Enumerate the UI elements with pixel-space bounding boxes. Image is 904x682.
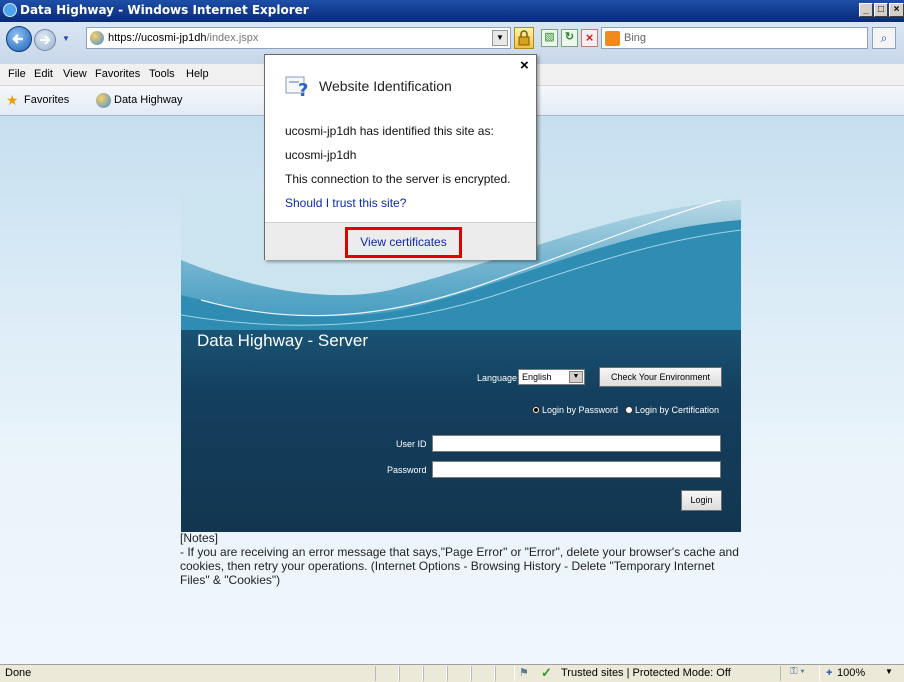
back-arrow-icon bbox=[12, 34, 23, 44]
popup-close-button[interactable]: × bbox=[520, 57, 529, 74]
recent-pages-dropdown-icon[interactable]: ▼ bbox=[62, 34, 70, 43]
website-identification-popup: × ? Website Identification ucosmi-jp1dh … bbox=[264, 54, 537, 260]
view-certificates-button[interactable]: View certificates bbox=[345, 227, 462, 258]
favorites-button[interactable]: Favorites bbox=[24, 94, 69, 106]
notes-section: [Notes] - If you are receiving an error … bbox=[180, 531, 740, 587]
status-segment bbox=[447, 666, 471, 681]
site-favicon-icon bbox=[90, 31, 104, 45]
notes-heading: [Notes] bbox=[180, 531, 219, 545]
radio-selected-dot bbox=[534, 408, 538, 412]
refresh-icon[interactable]: ↻ bbox=[561, 29, 578, 47]
menu-file[interactable]: File bbox=[8, 68, 26, 80]
search-placeholder: Bing bbox=[624, 32, 647, 44]
search-button[interactable]: ⌕ bbox=[872, 27, 896, 49]
notes-body: - If you are receiving an error message … bbox=[180, 545, 739, 587]
url-path: /index.jspx bbox=[206, 32, 259, 44]
menu-help[interactable]: Help bbox=[186, 68, 209, 80]
popup-line-encrypted: This connection to the server is encrypt… bbox=[285, 172, 511, 186]
check-environment-button[interactable]: Check Your Environment bbox=[599, 367, 722, 387]
popup-line-identified: ucosmi-jp1dh has identified this site as… bbox=[285, 124, 494, 138]
window-title: Data Highway - Windows Internet Explorer bbox=[20, 3, 309, 17]
forward-button[interactable] bbox=[34, 29, 56, 51]
popup-line-host: ucosmi-jp1dh bbox=[285, 148, 357, 162]
language-label: Language bbox=[477, 373, 518, 383]
title-bar: Data Highway - Windows Internet Explorer… bbox=[0, 0, 904, 22]
language-select[interactable]: English ▼ bbox=[518, 369, 585, 385]
minimize-button[interactable]: _ bbox=[859, 3, 873, 17]
tab-data-highway[interactable]: Data Highway bbox=[114, 94, 182, 106]
close-window-button[interactable]: × bbox=[889, 3, 904, 17]
security-lock-button[interactable] bbox=[514, 27, 534, 49]
popup-blocker-icon[interactable]: ⚑ bbox=[519, 666, 529, 679]
status-segment bbox=[399, 666, 423, 681]
zoom-dropdown-icon[interactable]: ▼ bbox=[885, 667, 893, 676]
userid-input[interactable] bbox=[432, 435, 721, 452]
bing-logo-icon bbox=[605, 31, 620, 46]
address-field[interactable]: https://ucosmi-jp1dh/index.jspx ▼ bbox=[86, 27, 511, 49]
lock-icon bbox=[518, 30, 530, 46]
radio-certification[interactable] bbox=[625, 406, 633, 414]
forward-arrow-icon bbox=[40, 35, 51, 45]
check-mark-icon: ✓ bbox=[541, 665, 552, 680]
zone-status[interactable]: Trusted sites | Protected Mode: Off bbox=[561, 667, 731, 679]
url-host: https://ucosmi-jp1dh bbox=[108, 32, 207, 44]
protected-mode-icon[interactable]: ⚿ ▾ bbox=[790, 666, 805, 677]
status-segment bbox=[375, 666, 399, 681]
radio-certification-label: Login by Certification bbox=[635, 405, 720, 415]
maximize-button[interactable]: □ bbox=[874, 3, 888, 17]
userid-label: User ID bbox=[396, 439, 427, 449]
language-value: English bbox=[522, 372, 552, 382]
password-label: Password bbox=[387, 465, 427, 475]
menu-favorites[interactable]: Favorites bbox=[95, 68, 140, 80]
status-segment bbox=[495, 666, 515, 681]
zoom-icon: + bbox=[826, 667, 833, 679]
login-button[interactable]: Login bbox=[681, 490, 722, 511]
trust-site-link[interactable]: Should I trust this site? bbox=[285, 196, 406, 210]
ie-logo-icon bbox=[3, 3, 17, 17]
radio-password-label: Login by Password bbox=[542, 405, 619, 415]
stop-icon[interactable]: × bbox=[581, 29, 598, 47]
menu-edit[interactable]: Edit bbox=[34, 68, 53, 80]
login-title: Data Highway - Server bbox=[197, 331, 369, 350]
identification-icon: ? bbox=[285, 74, 310, 101]
status-bar: Done ⚑ ✓ Trusted sites | Protected Mode:… bbox=[0, 664, 904, 682]
back-button[interactable] bbox=[6, 26, 32, 52]
status-text: Done bbox=[5, 667, 32, 679]
radio-password[interactable] bbox=[532, 406, 540, 414]
menu-tools[interactable]: Tools bbox=[149, 68, 175, 80]
password-input[interactable] bbox=[432, 461, 721, 478]
zoom-level[interactable]: 100% bbox=[837, 667, 865, 679]
search-field[interactable]: Bing bbox=[601, 27, 868, 49]
svg-text:?: ? bbox=[298, 80, 308, 98]
favorites-star-icon: ★ bbox=[6, 92, 19, 108]
chevron-down-icon: ▼ bbox=[569, 371, 583, 383]
compatibility-view-icon[interactable]: ▧ bbox=[541, 29, 558, 47]
popup-title: Website Identification bbox=[319, 78, 452, 94]
status-segment bbox=[423, 666, 447, 681]
tab-favicon-icon bbox=[96, 93, 111, 108]
menu-view[interactable]: View bbox=[63, 68, 87, 80]
status-segment bbox=[471, 666, 495, 681]
address-dropdown-button[interactable]: ▼ bbox=[492, 30, 508, 46]
